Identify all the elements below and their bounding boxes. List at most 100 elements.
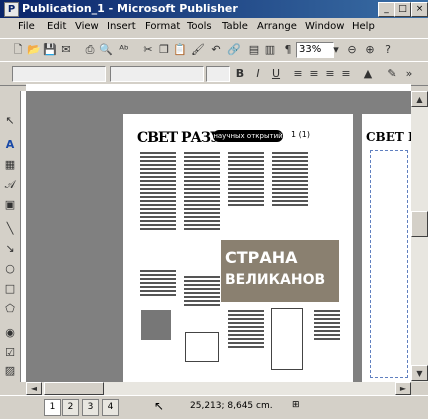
zoom-in-icon[interactable]: ⊕: [362, 42, 378, 58]
print-preview-icon[interactable]: 🔍: [98, 42, 114, 58]
menu-view[interactable]: View: [75, 21, 99, 32]
title-bar: P Publication_1 - Microsoft Publisher _ …: [0, 0, 428, 18]
insert-hyperlink-icon[interactable]: 🔗: [226, 42, 242, 58]
menu-window[interactable]: Window: [305, 21, 344, 32]
underline-icon[interactable]: U: [268, 66, 284, 82]
hot-spot-tool-icon[interactable]: ◉: [2, 325, 18, 341]
vertical-scrollbar[interactable]: ▲ ▼: [411, 91, 428, 382]
window-title: Publication_1 - Microsoft Publisher: [22, 2, 238, 15]
statue-image[interactable]: [141, 310, 171, 340]
send-backward-icon[interactable]: ▥: [262, 42, 278, 58]
more-buttons-icon[interactable]: »: [404, 66, 414, 82]
page-work-area[interactable]: СВЕТ РАЗУМА научных открытий 1 (1) СТРАН…: [26, 91, 411, 382]
line-tool-icon[interactable]: ╲: [2, 221, 18, 237]
menu-insert[interactable]: Insert: [107, 21, 136, 32]
headline-line-1: СТРАНА: [225, 248, 298, 267]
vertical-scroll-thumb[interactable]: [411, 211, 428, 237]
horizontal-scroll-thumb[interactable]: [44, 382, 104, 395]
bring-forward-icon[interactable]: ▤: [246, 42, 262, 58]
menu-tools[interactable]: Tools: [187, 21, 212, 32]
new-file-icon[interactable]: 🗋: [10, 42, 26, 58]
scroll-up-icon[interactable]: ▲: [411, 91, 428, 107]
menu-file[interactable]: File: [18, 21, 35, 32]
text-column-2[interactable]: [183, 150, 221, 260]
scroll-left-icon[interactable]: ◄: [26, 382, 42, 395]
align-right-icon[interactable]: ≡: [322, 66, 338, 82]
page-tab-4[interactable]: 4: [102, 399, 119, 416]
headline-image[interactable]: СТРАНА ВЕЛИКАНОВ: [221, 240, 339, 302]
zoom-out-icon[interactable]: ⊖: [344, 42, 360, 58]
facing-page[interactable]: СВЕТ РАЗ: [362, 114, 411, 382]
picture-frame-tool-icon[interactable]: ▣: [2, 197, 18, 213]
fill-color-icon[interactable]: ▲: [360, 66, 376, 82]
font-size-select[interactable]: [206, 66, 230, 82]
status-bar: 1 2 3 4 ↖ 25,213; 8,645 cm. ⊞: [0, 395, 428, 419]
headline-line-2: ВЕЛИКАНОВ: [225, 272, 326, 288]
menu-help[interactable]: Help: [352, 21, 375, 32]
table-tool-icon[interactable]: ▦: [2, 157, 18, 173]
help-icon[interactable]: ?: [380, 42, 396, 58]
text-column-5-lower[interactable]: [313, 308, 341, 378]
maximize-button[interactable]: □: [394, 2, 411, 17]
zoom-dropdown-icon[interactable]: ▾: [332, 42, 340, 58]
page-tab-1[interactable]: 1: [44, 399, 61, 416]
figure-box-2[interactable]: [271, 308, 303, 370]
page-tab-2[interactable]: 2: [62, 399, 79, 416]
object-size-icon: ⊞: [292, 400, 300, 410]
menu-edit[interactable]: Edit: [47, 21, 66, 32]
facing-text-frame[interactable]: [370, 150, 408, 378]
objects-toolbar: ↖ A ▦ 𝒜 ▣ ╲ ↘ ○ □ ⬠ ◉ ☑ ▨: [0, 91, 27, 382]
facing-masthead: СВЕТ РАЗ: [366, 130, 411, 144]
page-tab-3[interactable]: 3: [82, 399, 99, 416]
align-center-icon[interactable]: ≡: [306, 66, 322, 82]
minimize-button[interactable]: _: [378, 2, 395, 17]
arrow-tool-icon[interactable]: ↘: [2, 241, 18, 257]
pointer-tool-icon[interactable]: ↖: [2, 113, 18, 129]
text-column-3-lower[interactable]: [227, 308, 265, 378]
text-column-1[interactable]: [139, 150, 177, 260]
font-select[interactable]: [110, 66, 204, 82]
undo-icon[interactable]: ↶: [208, 42, 224, 58]
menu-table[interactable]: Table: [222, 21, 248, 32]
text-column-3[interactable]: [227, 150, 265, 230]
scroll-down-icon[interactable]: ▼: [411, 365, 428, 381]
line-color-icon[interactable]: ✎: [384, 66, 400, 82]
justify-icon[interactable]: ≡: [338, 66, 354, 82]
paste-icon[interactable]: 📋: [172, 42, 188, 58]
standard-toolbar: 🗋 📂 💾 ✉ ⎙ 🔍 ᴬᵇ ✂ ❐ 📋 🖌 ↶ 🔗 ▤ ▥ ¶ 33% ▾ ⊖…: [0, 38, 428, 62]
autoshapes-tool-icon[interactable]: ⬠: [2, 301, 18, 317]
formatting-toolbar: B I U ≡ ≡ ≡ ≡ ▲ ✎ »: [0, 61, 428, 86]
copy-icon[interactable]: ❐: [156, 42, 172, 58]
cursor-coordinates: 25,213; 8,645 cm.: [190, 401, 273, 411]
text-box-tool-icon[interactable]: A: [2, 137, 18, 153]
align-left-icon[interactable]: ≡: [290, 66, 306, 82]
rectangle-tool-icon[interactable]: □: [2, 281, 18, 297]
save-icon[interactable]: 💾: [42, 42, 58, 58]
publisher-app-icon[interactable]: P: [4, 2, 19, 17]
style-select[interactable]: [12, 66, 106, 82]
oval-tool-icon[interactable]: ○: [2, 261, 18, 277]
menu-arrange[interactable]: Arrange: [257, 21, 297, 32]
mail-icon[interactable]: ✉: [58, 42, 74, 58]
format-painter-icon[interactable]: 🖌: [190, 42, 206, 58]
print-icon[interactable]: ⎙: [82, 42, 98, 58]
cut-icon[interactable]: ✂: [140, 42, 156, 58]
italic-icon[interactable]: I: [250, 66, 266, 82]
figure-box-1[interactable]: [185, 332, 219, 362]
design-gallery-icon[interactable]: ▨: [2, 363, 18, 379]
open-folder-icon[interactable]: 📂: [26, 42, 42, 58]
newspaper-page[interactable]: СВЕТ РАЗУМА научных открытий 1 (1) СТРАН…: [123, 114, 353, 382]
cursor-position-icon: ↖: [154, 399, 165, 413]
form-control-tool-icon[interactable]: ☑: [2, 345, 18, 361]
menu-format[interactable]: Format: [145, 21, 180, 32]
close-button[interactable]: ×: [411, 2, 428, 17]
horizontal-scrollbar[interactable]: ◄ ►: [26, 382, 411, 395]
show-formatting-icon[interactable]: ¶: [280, 42, 296, 58]
bold-icon[interactable]: B: [232, 66, 248, 82]
menu-bar: File Edit View Insert Format Tools Table…: [0, 18, 428, 38]
text-column-4[interactable]: [271, 150, 309, 230]
spelling-icon[interactable]: ᴬᵇ: [116, 42, 132, 58]
scroll-right-icon[interactable]: ►: [395, 382, 411, 395]
zoom-select[interactable]: 33%: [296, 42, 334, 58]
wordart-tool-icon[interactable]: 𝒜: [2, 177, 18, 193]
